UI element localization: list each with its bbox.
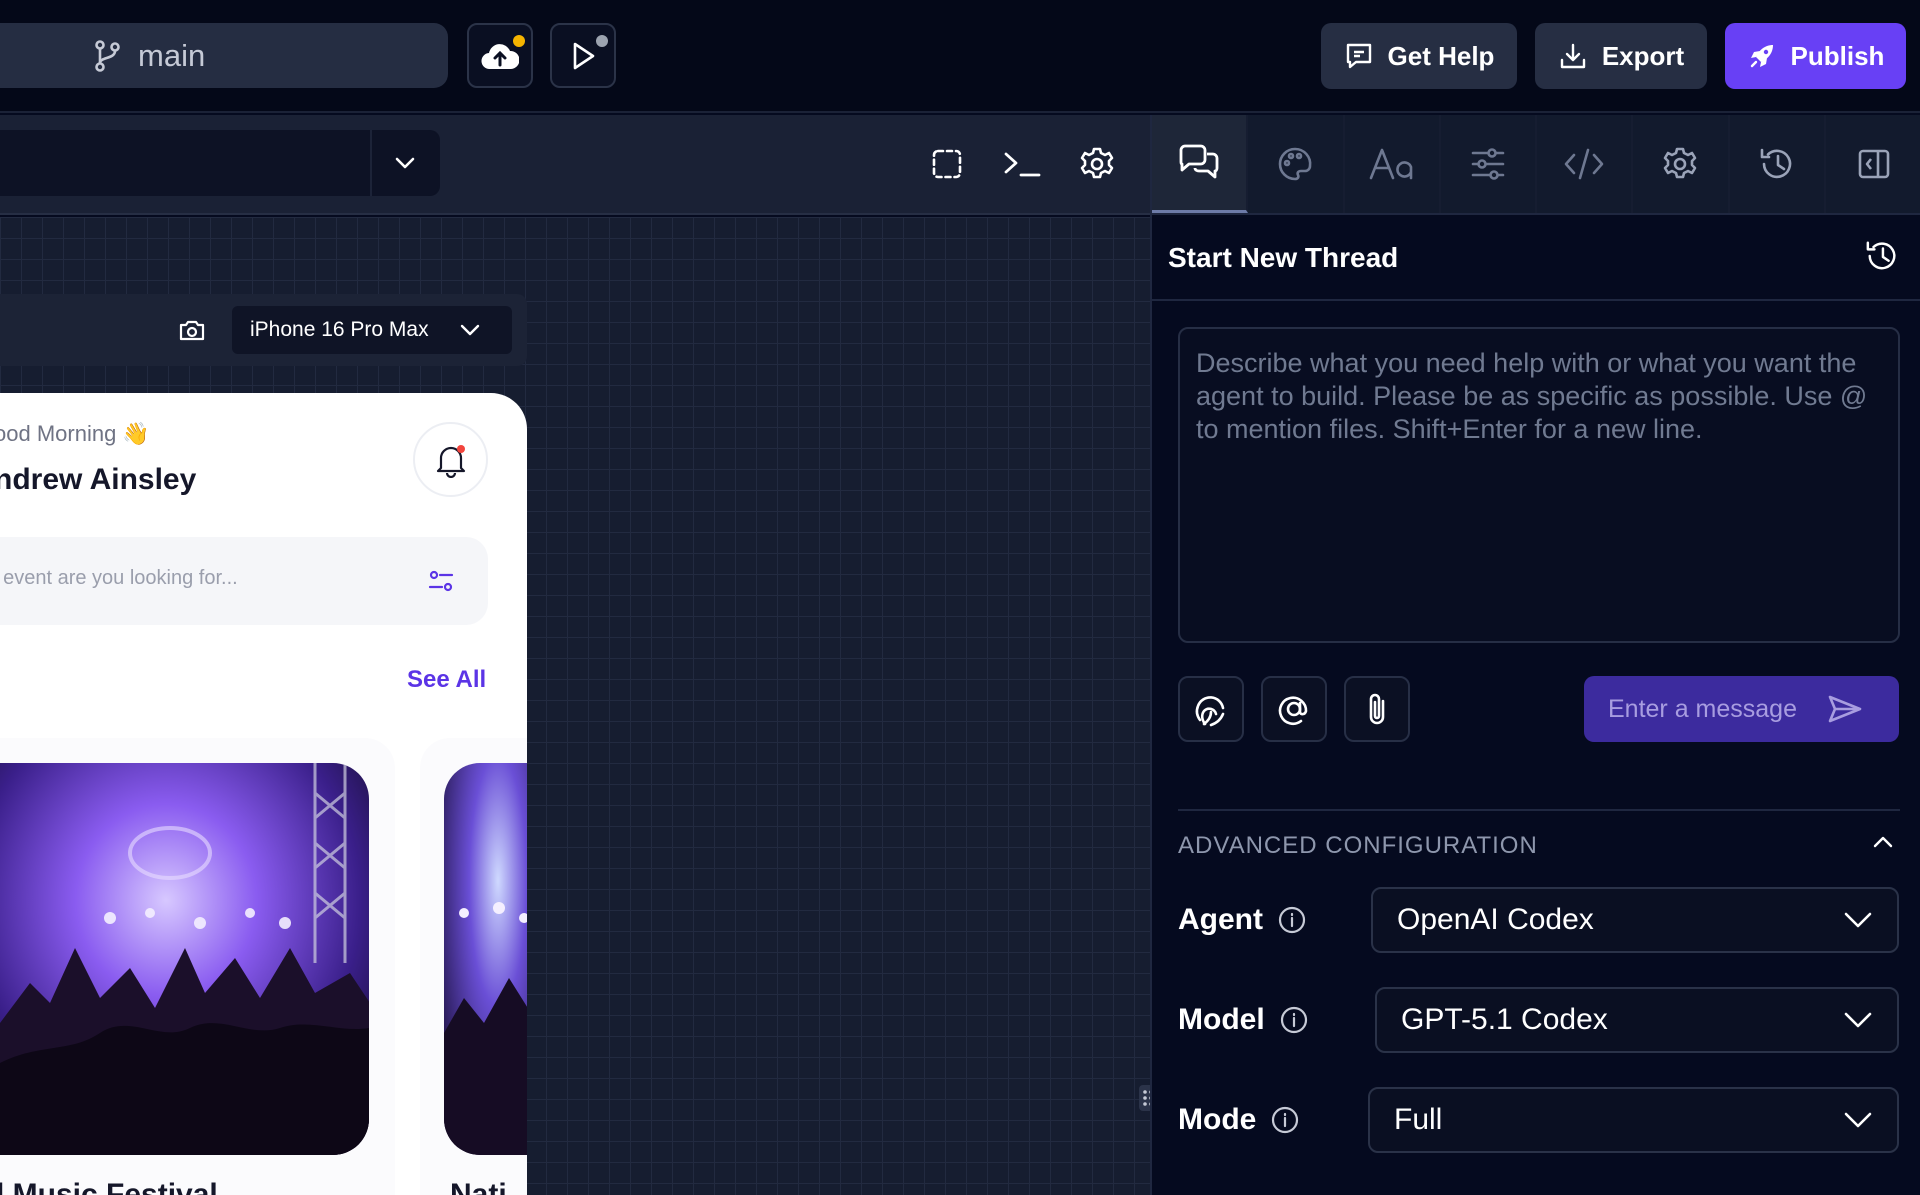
tab-history[interactable]	[1729, 115, 1826, 213]
get-help-button[interactable]: Get Help	[1321, 23, 1517, 89]
search-placeholder: t event are you looking for...	[0, 567, 238, 589]
filter-icon[interactable]	[428, 568, 454, 594]
agent-value: OpenAI Codex	[1397, 903, 1594, 936]
top-bar: main Get Help Export Publish	[0, 0, 1920, 113]
agent-panel: Start New Thread Describe what you need …	[1150, 115, 1920, 1195]
sidebar-collapse-icon	[1857, 148, 1891, 180]
device-selector[interactable]: iPhone 16 Pro Max	[232, 306, 512, 354]
see-all-link[interactable]: See All	[407, 666, 486, 694]
panel-tabs	[1152, 115, 1920, 215]
code-icon	[1563, 147, 1605, 181]
phone-preview[interactable]: ood Morning 👋 ndrew Ainsley t event are …	[0, 393, 527, 1195]
event-title: Nati	[450, 1178, 507, 1195]
download-icon	[1558, 41, 1588, 71]
tab-typography[interactable]	[1344, 115, 1441, 213]
mention-button[interactable]	[1261, 676, 1327, 742]
gear-icon	[1662, 146, 1698, 182]
message-textarea[interactable]: Describe what you need help with or what…	[1178, 327, 1900, 643]
advanced-config-header[interactable]: ADVANCED CONFIGURATION	[1178, 832, 1538, 860]
model-label-row: Model	[1178, 1003, 1309, 1037]
chevron-down-icon	[394, 156, 416, 170]
toggle-panel-button[interactable]	[1825, 115, 1920, 213]
run-status-dot	[596, 35, 608, 47]
export-label: Export	[1601, 40, 1685, 71]
greeting-text: ood Morning 👋	[0, 421, 150, 446]
chevron-up-icon[interactable]	[1872, 835, 1894, 849]
info-icon[interactable]	[1270, 1105, 1300, 1135]
publish-button[interactable]: Publish	[1725, 23, 1906, 89]
tab-settings[interactable]	[1633, 115, 1730, 213]
run-preview-button[interactable]	[550, 23, 616, 88]
branch-selector[interactable]: main	[0, 23, 448, 88]
info-icon[interactable]	[1279, 1005, 1309, 1035]
info-icon[interactable]	[1277, 905, 1307, 935]
tab-chat[interactable]	[1152, 115, 1249, 213]
gear-icon	[1079, 146, 1115, 182]
thread-title: Start New Thread	[1168, 242, 1399, 273]
history-icon	[1758, 146, 1796, 182]
select-frame-button[interactable]	[925, 142, 969, 186]
publish-label: Publish	[1790, 40, 1885, 71]
agent-label: Agent	[1178, 903, 1263, 936]
fingerprint-icon	[1192, 690, 1230, 728]
terminal-button[interactable]	[1000, 142, 1044, 186]
tab-code[interactable]	[1537, 115, 1634, 213]
cloud-status-dot	[513, 35, 525, 47]
send-message-button[interactable]: Enter a message	[1584, 676, 1899, 742]
mode-select[interactable]: Full	[1368, 1087, 1899, 1153]
section-divider	[1178, 809, 1900, 811]
send-placeholder: Enter a message	[1608, 694, 1797, 723]
cloud-upload-icon	[481, 41, 519, 71]
mode-label-row: Mode	[1178, 1103, 1300, 1137]
git-branch-icon	[92, 39, 122, 73]
chevron-down-icon	[1843, 1111, 1873, 1129]
play-icon	[569, 41, 597, 71]
chat-bubbles-icon	[1177, 144, 1221, 182]
notification-button[interactable]	[413, 422, 488, 497]
rocket-icon	[1747, 41, 1777, 71]
agent-label-row: Agent	[1178, 903, 1307, 937]
event-photo	[444, 763, 527, 1155]
attach-button[interactable]	[1344, 676, 1410, 742]
palette-icon	[1277, 146, 1313, 182]
model-value: GPT-5.1 Codex	[1401, 1003, 1608, 1036]
chevron-down-icon	[459, 323, 481, 337]
model-label: Model	[1178, 1003, 1265, 1036]
help-chat-icon	[1344, 41, 1374, 71]
selection-box-icon	[931, 148, 963, 180]
branch-name: main	[138, 37, 206, 73]
page-selector-toggle[interactable]	[370, 130, 438, 196]
tab-theme[interactable]	[1248, 115, 1345, 213]
canvas-settings-button[interactable]	[1075, 142, 1119, 186]
event-photo	[0, 763, 369, 1155]
event-title: l Music Festival	[0, 1178, 218, 1195]
at-sign-icon	[1276, 691, 1312, 727]
mode-label: Mode	[1178, 1103, 1257, 1136]
voice-input-button[interactable]	[1178, 676, 1244, 742]
model-select[interactable]: GPT-5.1 Codex	[1375, 987, 1899, 1053]
terminal-icon	[1003, 149, 1041, 179]
mode-value: Full	[1394, 1103, 1443, 1136]
agent-select[interactable]: OpenAI Codex	[1371, 887, 1899, 953]
bell-icon	[434, 442, 468, 478]
export-button[interactable]: Export	[1535, 23, 1707, 89]
thread-history-icon[interactable]	[1864, 239, 1900, 273]
sliders-icon	[1470, 147, 1506, 181]
paperclip-icon	[1364, 691, 1390, 727]
user-name: ndrew Ainsley	[0, 463, 197, 496]
chevron-down-icon	[1843, 911, 1873, 929]
event-search-input[interactable]: t event are you looking for...	[0, 537, 488, 625]
device-label: iPhone 16 Pro Max	[250, 318, 429, 341]
font-icon	[1369, 147, 1415, 181]
get-help-label: Get Help	[1387, 40, 1495, 71]
tab-adjustments[interactable]	[1440, 115, 1537, 213]
send-icon	[1827, 694, 1863, 724]
screenshot-button[interactable]	[178, 318, 206, 342]
thread-header: Start New Thread	[1152, 215, 1920, 301]
camera-icon	[178, 318, 206, 342]
cloud-sync-button[interactable]	[467, 23, 533, 88]
chevron-down-icon	[1843, 1011, 1873, 1029]
